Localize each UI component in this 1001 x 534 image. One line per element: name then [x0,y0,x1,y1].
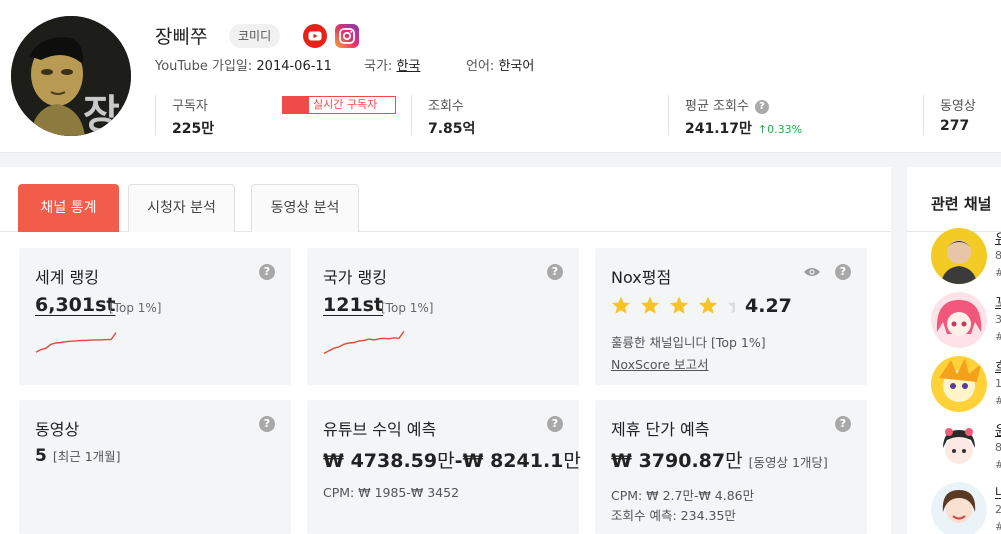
country-rank-value[interactable]: 121st [323,294,383,316]
avatar-logo-glyph: 장 [83,92,120,136]
partnership-cpm: CPM: ₩ 2.7만-₩ 4.86만 [611,488,755,503]
help-icon[interactable]: ? [835,264,851,280]
category-badge[interactable]: 코미디 [229,24,281,48]
related-channels-sidebar: 관련 채널 유 8 # 꼬 3 # 흐 1 # 윤 8 # 나 [907,167,1001,534]
partnership-price-card: 제휴 단가 예측 ? ₩ 3790.87만 [동영상 1개당] CPM: ₩ 2.… [595,400,867,534]
star-icon [611,296,631,314]
channel-avatar[interactable] [931,420,987,476]
channel-header: 장 장삐쭈 코미디 YouTube 가입일: 2014-06-11 국가: 한국… [0,0,1001,153]
star-rating [611,296,735,314]
channel-avatar[interactable] [931,356,987,412]
growth-indicator: ↑0.33% [757,123,803,136]
noxscore-report-link[interactable]: NoxScore 보고서 [611,354,709,373]
joined-date: YouTube 가입일: 2014-06-11 [155,59,332,74]
videos-value: 277 [940,118,970,134]
help-icon[interactable]: ? [547,264,563,280]
related-channel-item[interactable]: 유 8 # [931,228,1001,286]
nox-score-card: Nox평점 ? 4.27 훌륭한 채널입니다 [Top 1%] NoxScore… [595,248,867,385]
help-icon[interactable]: ? [259,416,275,432]
revenue-estimate: ₩ 4738.59만-₩ 8241.1만 [323,450,581,472]
related-channels-title: 관련 채널 [931,195,992,213]
language: 언어: 한국어 [466,59,535,74]
country-rank-sparkline [323,330,405,355]
help-icon[interactable]: ? [547,416,563,432]
videos-count: 5 [35,446,47,466]
channel-avatar[interactable] [931,482,987,534]
eye-icon[interactable] [803,266,821,278]
revenue-cpm: CPM: ₩ 1985-₩ 3452 [323,485,460,500]
star-icon [727,301,735,314]
main-panel: 채널 통계 시청자 분석 동영상 분석 세계 랭킹 ? 6,301st [Top… [0,167,891,534]
star-icon [669,296,689,314]
videos-stat: 동영상 277 [923,95,1001,135]
related-channel-item[interactable]: 나 2 # [931,482,1001,534]
channel-avatar[interactable]: 장 [11,16,131,136]
help-icon[interactable]: ? [835,416,851,432]
partnership-estimate: ₩ 3790.87만 [동영상 1개당] [611,450,828,472]
tab-bar: 채널 통계 시청자 분석 동영상 분석 [0,167,891,232]
sparkline-path [35,332,117,353]
country: 국가: 한국 [364,59,421,74]
related-channel-item[interactable]: 윤 8 # [931,420,1001,478]
avg-views-value: 241.17만 [685,121,752,137]
views-value: 7.85억 [428,121,476,137]
related-channel-item[interactable]: 꼬 3 # [931,292,1001,350]
subscribers-value: 225만 [172,121,215,137]
country-rank-card: 국가 랭킹 ? 121st [Top 1%] [307,248,579,385]
realtime-subscribers-button[interactable]: 실시간 구독자 [282,96,396,114]
star-icon [698,296,718,314]
star-icon [640,296,660,314]
tab-video-analysis[interactable]: 동영상 분석 [251,184,359,232]
channel-name: 장삐쭈 [155,26,208,48]
world-rank-value[interactable]: 6,301st [35,294,116,316]
tab-audience-analysis[interactable]: 시청자 분석 [128,184,235,232]
sparkline-path [323,330,405,355]
instagram-icon[interactable] [335,24,359,48]
nox-description: 훌륭한 채널입니다 [Top 1%] [611,335,766,350]
views-stat: 조회수 7.85억 [411,95,641,137]
world-rank-sparkline [35,332,117,353]
help-icon[interactable]: ? [754,100,769,114]
views-estimate: 조회수 예측: 234.35만 [611,508,736,523]
world-rank-card: 세계 랭킹 ? 6,301st [Top 1%] [19,248,291,385]
country-link[interactable]: 한국 [396,59,420,74]
nox-score-value: 4.27 [745,295,792,317]
channel-avatar[interactable] [931,292,987,348]
youtube-revenue-card: 유튜브 수익 예측 ? ₩ 4738.59만-₩ 8241.1만 CPM: ₩ … [307,400,581,534]
channel-avatar[interactable] [931,228,987,284]
avg-views-stat: 평균 조회수? 241.17만 ↑0.33% [668,95,898,137]
help-icon[interactable]: ? [259,264,275,280]
videos-card: 동영상 ? 5 [최근 1개월] [19,400,291,534]
youtube-icon[interactable] [303,24,327,48]
related-channel-item[interactable]: 흐 1 # [931,356,1001,414]
tab-channel-stats[interactable]: 채널 통계 [18,184,119,232]
